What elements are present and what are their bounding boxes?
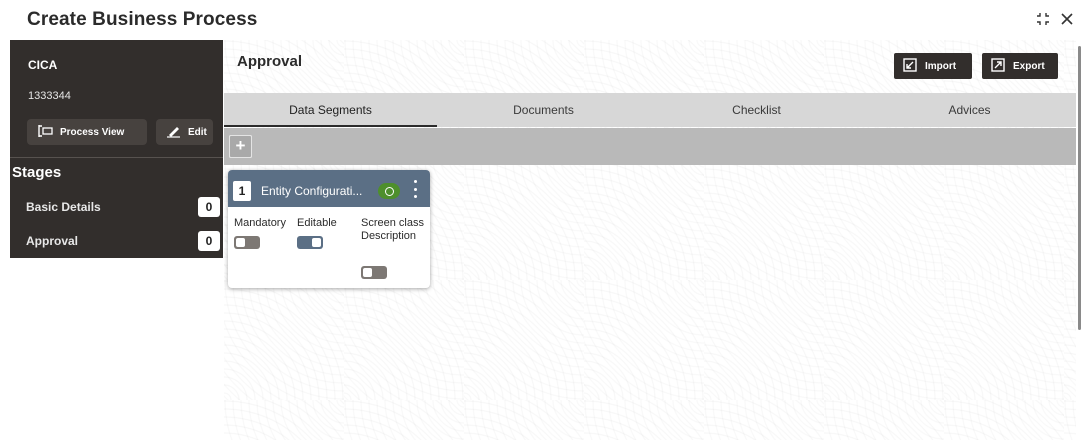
- more-options-icon[interactable]: [411, 178, 419, 200]
- editable-toggle[interactable]: [297, 236, 323, 249]
- export-button[interactable]: Export: [982, 53, 1058, 79]
- scrollbar[interactable]: [1076, 40, 1083, 330]
- screen-class-description-label: Screen class Description: [361, 217, 424, 242]
- edit-button[interactable]: Edit: [156, 119, 213, 145]
- main-panel: Approval Import Export Data Segments Doc…: [224, 40, 1076, 440]
- status-check-icon: [378, 183, 400, 199]
- tab-bar: Data Segments Documents Checklist Advice…: [224, 93, 1076, 127]
- add-segment-button[interactable]: +: [229, 135, 252, 158]
- editable-label: Editable: [297, 217, 337, 229]
- export-icon: [991, 57, 1005, 75]
- screen-class-description-toggle[interactable]: [361, 266, 387, 279]
- tab-advices[interactable]: Advices: [863, 93, 1076, 127]
- window-title: Create Business Process: [27, 9, 258, 30]
- stages-heading: Stages: [12, 164, 62, 181]
- close-icon[interactable]: [1057, 9, 1077, 29]
- card-title: Entity Configurati...: [261, 184, 363, 198]
- segment-toolbar: +: [224, 128, 1076, 165]
- stage-item-approval[interactable]: Approval 0: [10, 230, 223, 252]
- process-view-label: Process View: [60, 126, 125, 138]
- process-flow-icon: [37, 124, 53, 141]
- mandatory-toggle[interactable]: [234, 236, 260, 249]
- edit-label: Edit: [188, 126, 207, 138]
- plus-icon: +: [229, 135, 252, 158]
- mandatory-label: Mandatory: [234, 217, 286, 229]
- stage-label: Approval: [26, 234, 79, 248]
- pencil-icon: [166, 124, 181, 141]
- sidebar-divider: [10, 157, 223, 158]
- segment-card[interactable]: 1 Entity Configurati... Mandatory Editab…: [228, 170, 430, 288]
- stage-count-badge: 0: [198, 197, 220, 217]
- import-label: Import: [925, 60, 957, 72]
- process-code: 1333344: [28, 90, 71, 102]
- stage-label: Basic Details: [26, 200, 101, 214]
- tab-data-segments[interactable]: Data Segments: [224, 93, 437, 127]
- stage-count-badge: 0: [198, 231, 220, 251]
- tab-checklist[interactable]: Checklist: [650, 93, 863, 127]
- card-header: 1 Entity Configurati...: [228, 170, 430, 207]
- stage-heading: Approval: [237, 53, 303, 70]
- tab-documents[interactable]: Documents: [437, 93, 650, 127]
- process-view-button[interactable]: Process View: [27, 119, 147, 145]
- card-number: 1: [233, 181, 251, 201]
- import-button[interactable]: Import: [894, 53, 972, 79]
- stage-item-basic-details[interactable]: Basic Details 0: [10, 196, 223, 218]
- export-label: Export: [1013, 60, 1045, 72]
- title-bar: Create Business Process: [0, 0, 1083, 40]
- scrollbar-thumb[interactable]: [1078, 46, 1081, 330]
- process-name: CICA: [28, 58, 58, 72]
- import-icon: [903, 57, 917, 75]
- sidebar: CICA 1333344 Process View Edit Stages Ba…: [10, 40, 223, 258]
- minimize-icon[interactable]: [1033, 9, 1053, 29]
